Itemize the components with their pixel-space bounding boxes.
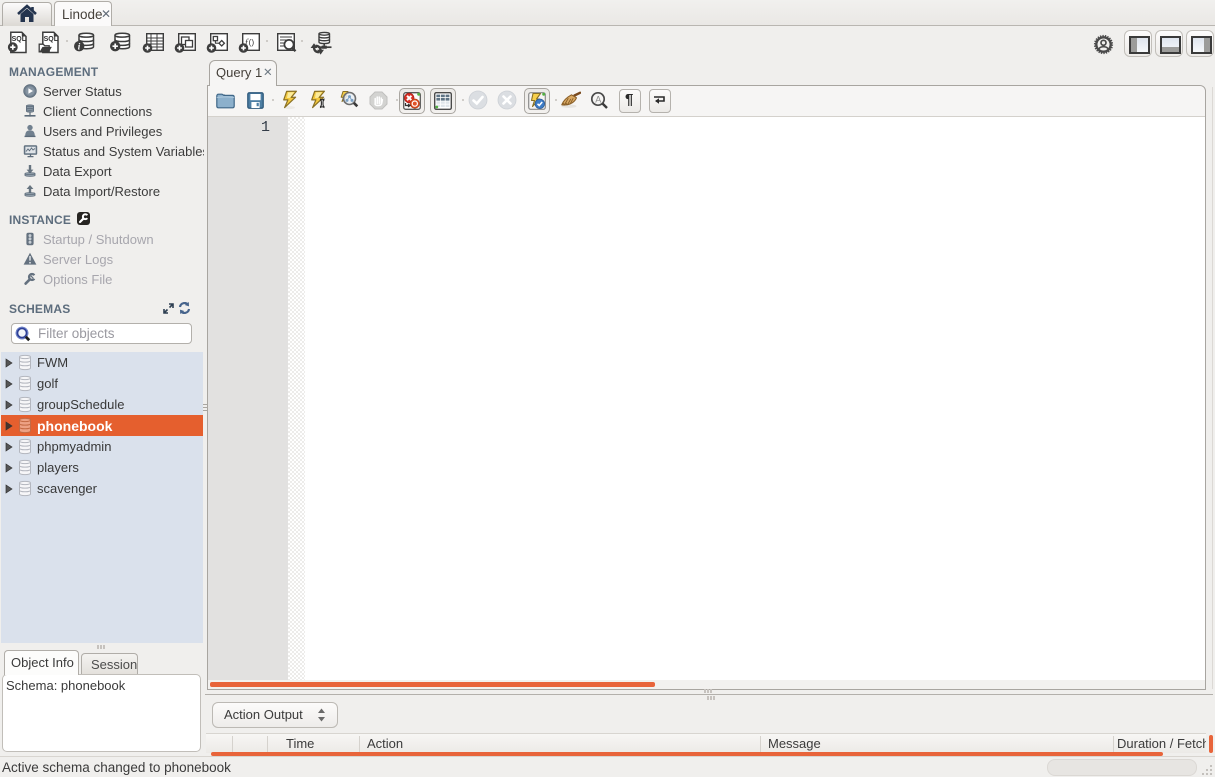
- svg-text:(): (): [249, 37, 255, 47]
- svg-text:A: A: [595, 95, 601, 105]
- svg-text:SQL: SQL: [44, 36, 59, 43]
- svg-text:SQL: SQL: [12, 36, 27, 43]
